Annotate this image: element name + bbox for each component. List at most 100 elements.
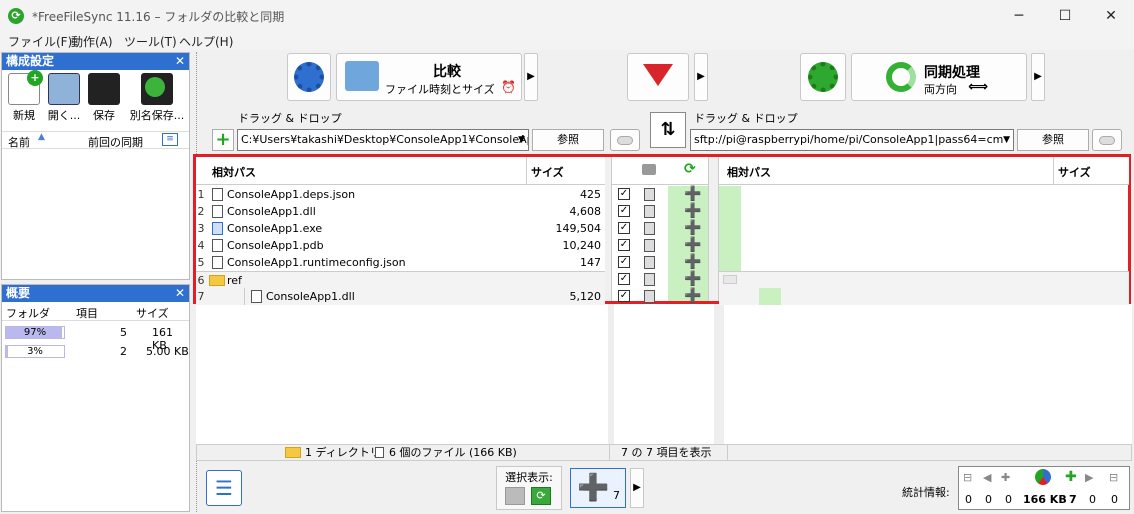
- summary-progress-bar: 97%: [5, 326, 65, 339]
- summary-col-size[interactable]: サイズ: [136, 305, 169, 321]
- file-icon: [212, 205, 223, 218]
- action-row[interactable]: ✓ ➕: [612, 186, 708, 203]
- table-row[interactable]: 1 ConsoleApp1.deps.json 425: [196, 186, 605, 203]
- action-row[interactable]: ✓ ➕: [612, 271, 708, 288]
- left-folder-path-input[interactable]: C:¥Users¥takashi¥Desktop¥ConsoleApp1¥Con…: [237, 129, 529, 151]
- table-row[interactable]: 3 ConsoleApp1.exe 149,504: [196, 220, 605, 237]
- action-row[interactable]: ✓ ➕: [612, 237, 708, 254]
- close-button[interactable]: ✕: [1088, 0, 1134, 32]
- table-row[interactable]: 4 ConsoleApp1.pdb 10,240: [196, 237, 605, 254]
- minimize-button[interactable]: ─: [996, 0, 1042, 32]
- file-size: 147: [580, 256, 601, 269]
- left-cloud-button[interactable]: [610, 129, 640, 151]
- sync-dropdown-button[interactable]: ▶: [1031, 53, 1045, 101]
- menu-file[interactable]: ファイル(F): [8, 33, 72, 50]
- row-number: 3: [197, 222, 205, 235]
- view-compare-toggle[interactable]: [505, 487, 525, 505]
- create-right-icon[interactable]: ➕: [684, 255, 701, 269]
- summary-items: 2: [120, 345, 127, 358]
- log-button[interactable]: ☰: [206, 470, 242, 506]
- open-icon: [48, 73, 80, 105]
- summary-percent: 97%: [23, 327, 47, 338]
- maximize-button[interactable]: ☐: [1042, 0, 1088, 32]
- camera-icon[interactable]: [642, 164, 656, 175]
- left-col-path[interactable]: 相対パス: [212, 164, 256, 180]
- stat-create-left: 0: [1005, 493, 1012, 506]
- open-config-label: 開く...: [47, 109, 81, 122]
- chevron-down-icon[interactable]: ▼: [1003, 130, 1010, 150]
- view-dropdown-button[interactable]: ▶: [630, 468, 644, 508]
- sync-settings-button[interactable]: [800, 53, 846, 101]
- row-number: 7: [197, 290, 205, 303]
- save-config-button[interactable]: 保存: [86, 71, 122, 123]
- view-sync-toggle[interactable]: ⟳: [531, 487, 551, 505]
- filter-dropdown-button[interactable]: ▶: [694, 53, 708, 101]
- create-right-icon[interactable]: ➕: [684, 272, 701, 286]
- open-config-button[interactable]: 開く...: [46, 71, 82, 123]
- file-name: ConsoleApp1.exe: [227, 222, 323, 235]
- right-folder-path-input[interactable]: sftp://pi@raspberrypi/home/pi/ConsoleApp…: [690, 129, 1014, 151]
- summary-panel-close-icon[interactable]: ✕: [175, 285, 185, 302]
- summary-col-folder[interactable]: フォルダ: [6, 305, 50, 321]
- create-right-icon[interactable]: ➕: [684, 238, 701, 252]
- table-row[interactable]: 2 ConsoleApp1.dll 4,608: [196, 203, 605, 220]
- save-as-config-button[interactable]: 別名保存...: [128, 71, 186, 123]
- right-col-path[interactable]: 相対パス: [727, 164, 771, 180]
- action-row[interactable]: ✓ ➕: [612, 220, 708, 237]
- sync-subtitle: 両方向: [924, 83, 957, 96]
- config-panel-close-icon[interactable]: ✕: [175, 53, 185, 70]
- summary-col-items[interactable]: 項目: [76, 305, 98, 321]
- config-columns: 名前 ▲ 前回の同期 ≡: [2, 131, 189, 149]
- right-col-size[interactable]: サイズ: [1053, 157, 1095, 185]
- row-checkbox[interactable]: ✓: [618, 205, 630, 217]
- menu-tools[interactable]: ツール(T): [124, 33, 177, 50]
- create-right-icon[interactable]: ➕: [684, 187, 701, 201]
- action-row[interactable]: ✓ ➕: [612, 288, 708, 305]
- right-browse-button[interactable]: 参照: [1017, 129, 1089, 151]
- file-name: ConsoleApp1.pdb: [227, 239, 324, 252]
- action-row[interactable]: ✓ ➕: [612, 254, 708, 271]
- new-config-button[interactable]: + 新規: [6, 70, 43, 123]
- menu-action[interactable]: 動作(A): [71, 33, 113, 50]
- filter-create-right-button[interactable]: ➕ 7: [570, 468, 626, 508]
- table-row[interactable]: 6 ref: [196, 271, 605, 288]
- left-col-size[interactable]: サイズ: [526, 157, 568, 185]
- swap-sides-button[interactable]: ⇅: [650, 112, 686, 148]
- sync-icon[interactable]: ⟳: [684, 161, 696, 177]
- add-folder-pair-button[interactable]: +: [212, 129, 234, 151]
- left-browse-button[interactable]: 参照: [532, 129, 604, 151]
- config-col-last-sync[interactable]: 前回の同期: [88, 134, 143, 150]
- config-panel: 構成設定 ✕ + 新規 開く... 保存 別名保存... 名前 ▲ 前回の同期 …: [1, 52, 190, 280]
- create-right-icon[interactable]: ➕: [684, 221, 701, 235]
- table-row[interactable]: 5 ConsoleApp1.runtimeconfig.json 147: [196, 254, 605, 271]
- list-icon[interactable]: ≡: [162, 133, 178, 146]
- row-checkbox[interactable]: ✓: [618, 222, 630, 234]
- status-divider: [727, 445, 728, 460]
- row-checkbox[interactable]: ✓: [618, 290, 630, 302]
- sync-button[interactable]: 同期処理 両方向 ⟺: [851, 53, 1027, 101]
- compare-dropdown-button[interactable]: ▶: [524, 53, 538, 101]
- chevron-down-icon[interactable]: ▼: [518, 130, 525, 150]
- config-col-name[interactable]: 名前: [8, 134, 30, 150]
- pie-icon: [1035, 469, 1051, 485]
- row-checkbox[interactable]: ✓: [618, 188, 630, 200]
- row-checkbox[interactable]: ✓: [618, 273, 630, 285]
- compare-button[interactable]: 比較 ファイル時刻とサイズ ⏰: [336, 53, 522, 101]
- summary-items: 5: [120, 326, 127, 339]
- table-row[interactable]: 7 ConsoleApp1.dll 5,120: [196, 288, 605, 305]
- folder-icon: [209, 275, 225, 286]
- create-right-icon[interactable]: ➕: [684, 289, 701, 303]
- filter-button[interactable]: [627, 53, 689, 101]
- action-row[interactable]: ✓ ➕: [612, 203, 708, 220]
- file-size: 425: [580, 188, 601, 201]
- right-cloud-button[interactable]: [1092, 129, 1122, 151]
- app-icon: ⟳: [8, 8, 24, 24]
- row-checkbox[interactable]: ✓: [618, 239, 630, 251]
- file-name: ConsoleApp1.dll: [266, 290, 355, 303]
- new-file-icon: +: [8, 70, 43, 105]
- compare-settings-button[interactable]: [287, 53, 331, 101]
- save-as-config-label: 別名保存...: [129, 109, 185, 122]
- create-right-icon[interactable]: ➕: [684, 204, 701, 218]
- row-checkbox[interactable]: ✓: [618, 256, 630, 268]
- menu-help[interactable]: ヘルプ(H): [179, 33, 233, 50]
